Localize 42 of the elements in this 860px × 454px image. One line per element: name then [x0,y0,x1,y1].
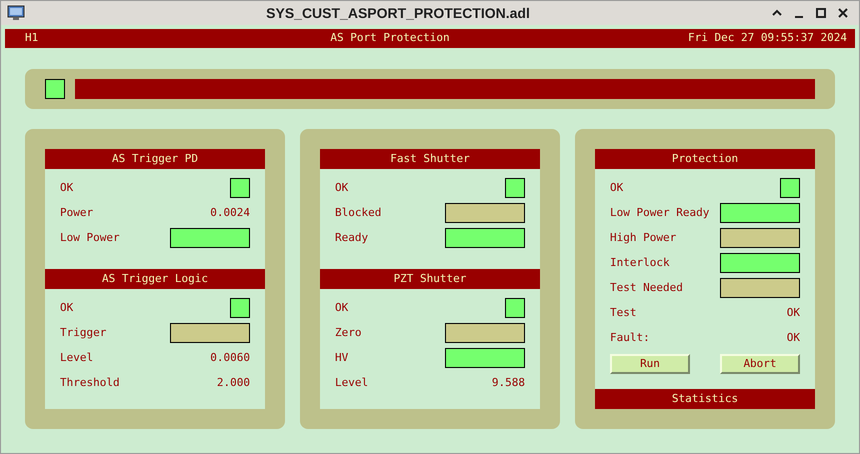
row-label: OK [60,300,74,316]
row-label: Level [335,374,368,391]
row-label: Blocked [335,204,382,221]
row-label: Trigger [60,324,106,341]
row-label: High Power [610,230,676,246]
action-button[interactable]: Run [610,354,690,374]
maximize-icon[interactable] [815,7,827,19]
row-value: 0.0060 [210,350,250,366]
section-header: AS Trigger PD [45,149,265,169]
row-label: Zero [335,324,362,341]
row-value: OK [786,330,800,346]
row-value: 9.588 [492,374,525,391]
row-label: Low Power Ready [610,204,710,221]
row-label: OK [335,300,348,316]
row-label: HV [335,350,348,366]
row-label: Level [60,350,94,366]
row-label: Fault: [610,330,650,346]
row-value: 0.0024 [210,204,250,221]
row-value: OK [786,304,800,321]
row-label: OK [610,180,624,196]
row-label: Low Power [60,230,120,246]
monitor-icon [7,5,25,21]
action-button[interactable]: Abort [720,354,800,374]
row-value: 2.000 [216,374,250,391]
row-label: OK [60,180,74,196]
header-id: H1 [24,30,40,46]
row-label: Test [610,304,636,321]
header-datetime: Fri Dec 27 09:55:37 2024 [687,30,848,46]
section-header: PZT Shutter [320,269,540,289]
section-header: AS Trigger Logic [45,269,265,289]
window-title: SYS_CUST_ASPORT_PROTECTION.adl [265,4,531,22]
header-title: AS Port Protection [329,30,451,46]
row-label: Threshold [60,374,120,391]
row-label: Power [60,204,94,221]
row-label: Interlock [610,254,670,271]
row-label: Ready [335,230,368,246]
section-header: Statistics [595,389,815,409]
row-label: OK [335,180,348,196]
section-header: Protection [595,149,815,169]
section-header: Fast Shutter [320,149,540,169]
row-label: Test Needed [610,280,683,296]
close-icon[interactable] [837,7,849,19]
